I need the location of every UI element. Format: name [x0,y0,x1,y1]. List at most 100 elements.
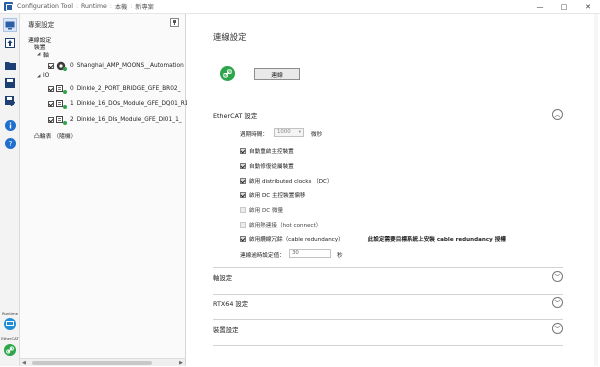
close-button[interactable]: ✕ [576,0,600,14]
collapse-chevron-up-icon[interactable]: ︿ [552,109,563,120]
main-content: 連線設定 連線 EtherCAT 設定 ︿ 週期時間： 1000 ▾ 微秒 自動… [187,14,600,366]
servo-motor-icon [56,61,67,71]
device-name: Dinkle_16_DIs_Module_GFE_DI01_1_ [76,117,182,123]
io-module-icon [56,84,67,94]
expand-chevron-down-icon[interactable]: ﹀ [552,271,563,282]
title-separator: : [130,3,133,10]
device-index: 0 [70,63,74,69]
title-separator: : [75,3,78,10]
page-title: 連線設定 [213,32,247,42]
maximize-button[interactable]: □ [552,0,576,14]
tree-item-io-device[interactable]: 2 Dinkle_16_DIs_Module_GFE_DI01_1_ [48,115,182,125]
device-name: Dinkle_16_DOs_Module_GFE_DQ01_R1 [76,101,189,107]
rail-folder-button[interactable] [3,58,17,72]
option-checkbox[interactable] [240,192,246,198]
cycle-time-select[interactable]: 1000 ▾ [274,128,304,137]
connect-button[interactable]: 連線 [254,68,300,80]
tree-item-io-device[interactable]: 1 Dinkle_16_DOs_Module_GFE_DQ01_R1 [48,99,189,109]
info-icon [4,119,16,131]
minimize-button[interactable]: — [528,0,552,14]
option-checkbox[interactable] [240,163,246,169]
rail-save-as-button[interactable] [3,94,17,108]
ethercat-status-button[interactable] [4,344,16,356]
app-name: Configuration Tool [17,3,73,10]
option-label: 啟用纜線冗餘（cable redundancy） [249,237,344,243]
tree-item-label: 凸輪表 （隨機） [34,134,77,140]
rail-help-button[interactable]: ? [3,136,17,150]
device-enable-checkbox[interactable] [48,101,54,107]
option-checkbox[interactable] [240,222,246,228]
rail-upload-button[interactable] [3,36,17,50]
rail-connection-settings-button[interactable] [3,18,17,32]
section-title: RTX64 設定 [213,299,249,308]
option-label: 自動重啟主控裝置 [249,149,294,155]
option-auto-restart-master[interactable]: 自動重啟主控裝置 [240,147,294,155]
section-title: 軸設定 [213,273,233,282]
scrollbar-thumb[interactable] [32,361,152,365]
tree-item-axis[interactable]: ◢ 軸 [37,50,49,59]
rail-info-button[interactable] [3,118,17,132]
runtime-status-button[interactable] [4,318,16,330]
window-controls: — □ ✕ [528,0,600,14]
project-panel-horizontal-scrollbar[interactable]: ◀ ▶ [20,358,185,366]
cycle-time-label: 週期時間： [240,132,268,138]
title-separator: : [109,3,112,10]
tree-item-label: IO [43,73,50,79]
svg-text:?: ? [8,140,12,148]
cycle-time-value: 1000 [277,129,291,135]
connection-timeout-unit: 秒 [337,253,343,259]
monitor-icon [5,21,15,29]
device-enable-checkbox[interactable] [48,117,54,123]
pin-icon [173,20,176,25]
expand-chevron-down-icon[interactable]: ﹀ [552,297,563,308]
section-title: EtherCAT 設定 [213,111,258,120]
connection-timeout-input[interactable]: 30 [289,249,331,258]
ethercat-settings-header[interactable]: EtherCAT 設定 ︿ [213,107,563,123]
tree-item-io[interactable]: ◢ IO [37,73,49,79]
section-divider [213,267,563,268]
rail-runtime-label: Runtime [2,311,18,316]
device-index: 1 [70,101,74,107]
tree-item-cam-table[interactable]: 凸輪表 （隨機） [34,131,76,140]
tree-item-io-device[interactable]: 0 Dinkle_2_PORT_BRIDGE_GFE_BR02_ [48,84,180,94]
option-dc-master-shift[interactable]: 啟用 DC 主控裝置偏移 [240,191,306,199]
option-auto-repair-slaves[interactable]: 自動修復從屬裝置 [240,162,294,170]
device-enable-checkbox[interactable] [48,86,54,92]
save-icon [5,78,15,88]
device-name: Shanghai_AMP_MOONS__Automation [76,63,184,69]
project-panel-title: 專案設定 [28,21,55,29]
device-settings-header[interactable]: 裝置設定 ﹀ [213,321,563,337]
option-label: 自動修復從屬裝置 [249,164,294,170]
project-panel: 專案設定 連線設定 裝置 ◢ 軸 0 Shanghai_AMP_MOONS__A… [20,14,189,366]
rail-save-button[interactable] [3,76,17,90]
option-label: 啟用 DC 微量 [249,208,284,214]
option-hot-connect[interactable]: 啟用熱連接（hot connect） [240,221,321,229]
chevron-down-icon: ▾ [298,130,301,135]
device-enable-checkbox[interactable] [48,63,54,69]
link-icon [6,346,14,354]
option-label: 啟用 distributed clocks （DC） [249,179,333,185]
option-label: 啟用 DC 主控裝置偏移 [249,193,306,199]
main-vertical-scrollbar[interactable] [594,14,598,366]
section-divider [213,345,563,346]
section-divider [213,319,563,320]
axis-settings-header[interactable]: 軸設定 ﹀ [213,269,563,285]
option-checkbox[interactable] [240,178,246,184]
tree-item-axis-device[interactable]: 0 Shanghai_AMP_MOONS__Automation [48,61,184,71]
device-index: 2 [70,117,74,123]
runtime-monitor-icon [6,321,14,326]
option-distributed-clocks[interactable]: 啟用 distributed clocks （DC） [240,177,333,185]
pin-panel-button[interactable] [170,18,179,27]
option-dc-drift[interactable]: 啟用 DC 微量 [240,206,283,214]
help-icon: ? [4,137,16,149]
expand-chevron-down-icon[interactable]: ﹀ [552,323,563,334]
rtx64-settings-header[interactable]: RTX64 設定 ﹀ [213,295,563,311]
option-checkbox[interactable] [240,236,246,242]
option-checkbox[interactable] [240,148,246,154]
cycle-time-unit: 微秒 [311,132,323,138]
option-checkbox[interactable] [240,207,246,213]
device-index: 0 [70,86,74,92]
io-module-icon [56,99,67,109]
option-cable-redundancy[interactable]: 啟用纜線冗餘（cable redundancy） 此設定需要目標系統上安裝 ca… [240,235,506,243]
license-warning-note: 此設定需要目標系統上安裝 cable redundancy 授權 [367,237,506,243]
